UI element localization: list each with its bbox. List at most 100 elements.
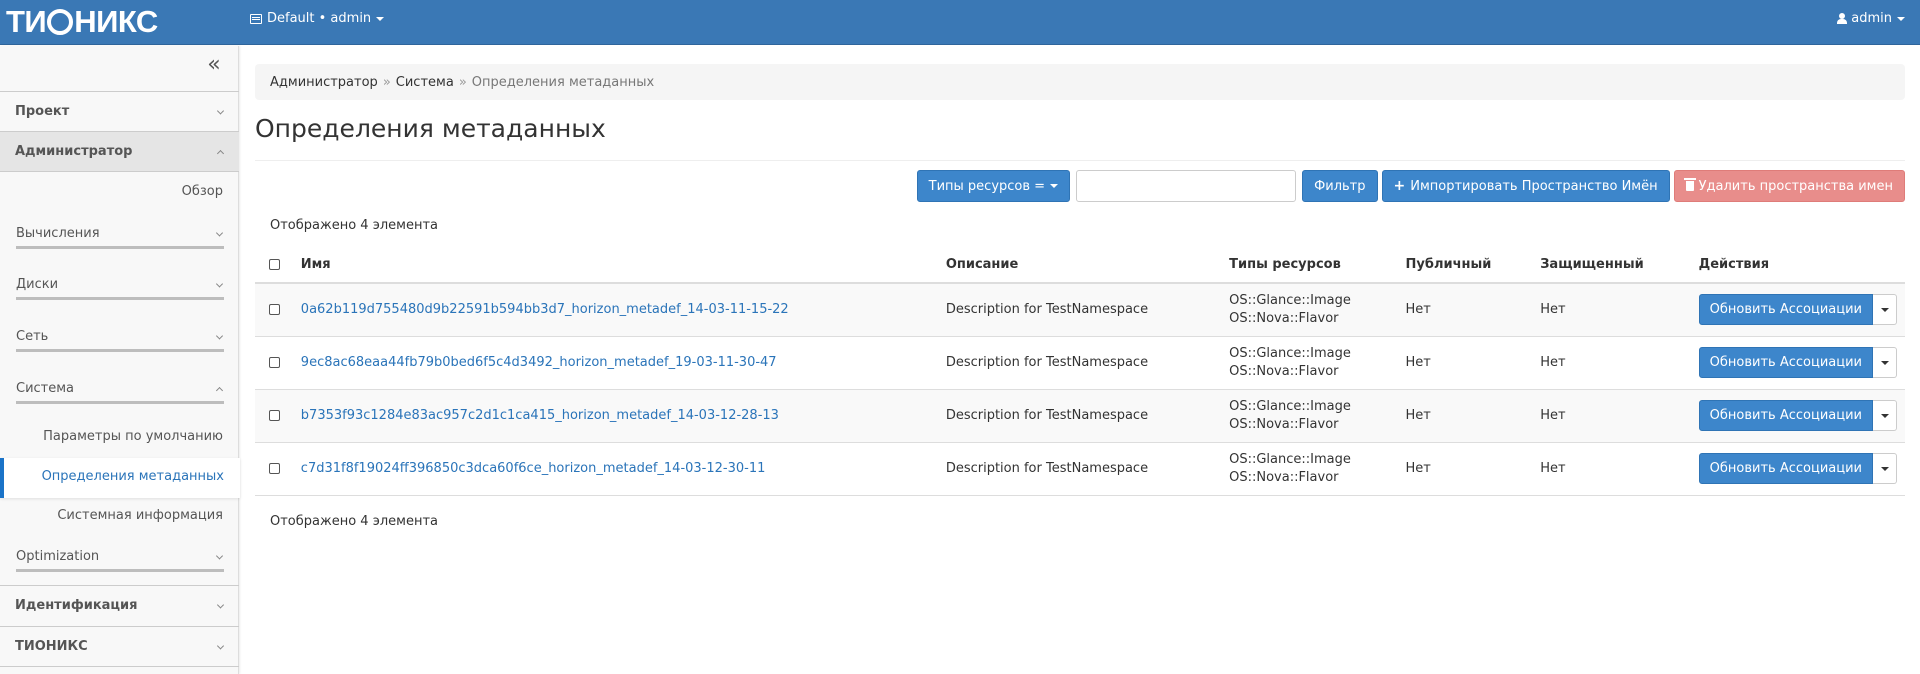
- caret-down-icon: [1880, 466, 1889, 471]
- sidebar-group-optimization[interactable]: Optimization: [16, 544, 224, 572]
- filter-input[interactable]: [1076, 170, 1297, 202]
- sidebar-panel-label: Администратор: [15, 144, 133, 159]
- caret-down-icon: [1880, 360, 1889, 365]
- row-actions-dropdown-toggle[interactable]: [1873, 400, 1897, 431]
- delete-namespaces-button[interactable]: Удалить пространства имен: [1673, 170, 1905, 202]
- table-row: 9ec8ac68eaa44fb79b0bed6f5c4d3492_horizon…: [255, 336, 1905, 390]
- sidebar-group-system[interactable]: Система: [16, 376, 224, 404]
- resource-types-cell: OS::Glance::Image OS::Nova::Flavor: [1221, 336, 1398, 390]
- row-checkbox[interactable]: [269, 357, 280, 368]
- resource-types-cell: OS::Glance::Image OS::Nova::Flavor: [1221, 389, 1398, 443]
- chevron-up-icon: [216, 149, 225, 157]
- namespace-link[interactable]: 9ec8ac68eaa44fb79b0bed6f5c4d3492_horizon…: [301, 355, 777, 370]
- public-cell: Нет: [1397, 389, 1533, 443]
- table-row: c7d31f8f19024ff396850c3dca60f6ce_horizon…: [255, 442, 1905, 496]
- protected-cell: Нет: [1532, 283, 1691, 337]
- row-actions-dropdown-toggle[interactable]: [1873, 294, 1897, 326]
- name-cell: 0a62b119d755480d9b22591b594bb3d7_horizon…: [292, 283, 938, 337]
- sidebar-group-label: Система: [16, 381, 75, 396]
- row-actions-dropdown-toggle[interactable]: [1873, 347, 1897, 378]
- protected-cell: Нет: [1532, 336, 1691, 390]
- name-cell: 9ec8ac68eaa44fb79b0bed6f5c4d3492_horizon…: [292, 336, 938, 390]
- resource-type: OS::Nova::Flavor: [1229, 469, 1339, 485]
- caret-down-icon: [1897, 16, 1905, 21]
- actions-cell: Обновить Ассоциации: [1690, 389, 1905, 443]
- resource-types-cell: OS::Glance::Image OS::Nova::Flavor: [1221, 442, 1398, 496]
- sidebar-item-overview[interactable]: Обзор: [182, 184, 223, 199]
- caret-down-icon: [1880, 307, 1889, 312]
- row-actions: Обновить Ассоциации: [1698, 347, 1897, 378]
- sidebar-panel-identity[interactable]: Идентификация: [0, 586, 239, 625]
- row-select-cell: [255, 389, 293, 443]
- user-icon: [1837, 13, 1848, 24]
- import-namespace-button[interactable]: + Импортировать Пространство Имён: [1381, 170, 1670, 202]
- sidebar-group-network[interactable]: Сеть: [16, 324, 224, 352]
- breadcrumb-item-system[interactable]: Система: [396, 75, 454, 90]
- public-cell: Нет: [1397, 442, 1533, 496]
- resource-type: OS::Nova::Flavor: [1229, 363, 1339, 379]
- sidebar-item-metadata-definitions[interactable]: Определения метаданных: [0, 458, 240, 498]
- sidebar-panel-label: ТИОНИКС: [15, 639, 88, 654]
- sidebar-panel-tionix[interactable]: ТИОНИКС: [0, 627, 239, 666]
- update-associations-button[interactable]: Обновить Ассоциации: [1698, 400, 1873, 431]
- caret-down-icon: [376, 16, 385, 21]
- namespace-link[interactable]: b7353f93c1284e83ac957c2d1c1ca415_horizon…: [301, 408, 779, 423]
- row-actions: Обновить Ассоциации: [1698, 294, 1897, 326]
- collapse-sidebar-icon[interactable]: «: [204, 54, 224, 78]
- namespace-link[interactable]: 0a62b119d755480d9b22591b594bb3d7_horizon…: [301, 302, 789, 317]
- project-picker-label: Default • admin: [267, 11, 372, 26]
- row-checkbox[interactable]: [269, 463, 280, 474]
- column-header-actions: Действия: [1690, 246, 1905, 284]
- column-header-name[interactable]: Имя: [292, 246, 938, 284]
- actions-cell: Обновить Ассоциации: [1690, 442, 1905, 496]
- namespace-link[interactable]: c7d31f8f19024ff396850c3dca60f6ce_horizon…: [301, 461, 766, 476]
- project-picker-dropdown[interactable]: Default • admin: [250, 0, 385, 37]
- sidebar-group-compute[interactable]: Вычисления: [16, 221, 224, 249]
- column-header-resource-types[interactable]: Типы ресурсов: [1221, 246, 1398, 284]
- row-select-cell: [255, 283, 293, 337]
- table-header-row: Имя Описание Типы ресурсов Публичный Защ…: [255, 246, 1905, 284]
- update-associations-button[interactable]: Обновить Ассоциации: [1698, 453, 1873, 484]
- resource-type: OS::Glance::Image: [1229, 345, 1351, 361]
- trash-icon: [1683, 178, 1696, 191]
- table-row: b7353f93c1284e83ac957c2d1c1ca415_horizon…: [255, 389, 1905, 443]
- column-header-public[interactable]: Публичный: [1397, 246, 1533, 284]
- row-checkbox[interactable]: [269, 410, 280, 421]
- sidebar-item-system-info[interactable]: Системная информация: [57, 508, 223, 523]
- breadcrumb-item-admin[interactable]: Администратор: [270, 75, 378, 90]
- sidebar-panel-admin[interactable]: Администратор: [0, 132, 239, 171]
- update-associations-button[interactable]: Обновить Ассоциации: [1698, 347, 1873, 378]
- resource-type: OS::Nova::Flavor: [1229, 310, 1339, 326]
- sidebar-group-label: Вычисления: [16, 226, 100, 241]
- chevron-down-icon: [216, 641, 225, 650]
- page-title: Определения метаданных: [255, 114, 606, 143]
- column-header-description[interactable]: Описание: [937, 246, 1222, 284]
- sidebar-group-volumes[interactable]: Диски: [16, 272, 224, 300]
- description-cell: Description for TestNamespace: [937, 389, 1222, 443]
- brand-logo[interactable]: ТИ НИКС: [6, 4, 158, 39]
- row-checkbox[interactable]: [269, 304, 280, 316]
- namespaces-table: Имя Описание Типы ресурсов Публичный Защ…: [255, 246, 1905, 496]
- sidebar-panel-project[interactable]: Проект: [0, 92, 239, 131]
- description-cell: Description for TestNamespace: [937, 336, 1222, 390]
- select-all-cell: [255, 246, 293, 284]
- sidebar-item-defaults[interactable]: Параметры по умолчанию: [43, 429, 223, 444]
- row-actions-dropdown-toggle[interactable]: [1873, 453, 1897, 484]
- chevron-up-icon: [215, 386, 224, 394]
- filter-button[interactable]: Фильтр: [1302, 170, 1378, 202]
- select-all-checkbox[interactable]: [269, 258, 280, 270]
- filter-type-dropdown[interactable]: Типы ресурсов =: [916, 170, 1071, 202]
- breadcrumb: Администратор » Система » Определения ме…: [255, 64, 1905, 100]
- sidebar-item-label: Определения метаданных: [41, 469, 224, 484]
- chevron-down-icon: [216, 600, 225, 609]
- column-header-protected[interactable]: Защищенный: [1532, 246, 1691, 284]
- update-associations-button[interactable]: Обновить Ассоциации: [1698, 294, 1873, 326]
- protected-cell: Нет: [1532, 442, 1691, 496]
- filter-type-label: Типы ресурсов =: [928, 178, 1046, 194]
- table-row: 0a62b119d755480d9b22591b594bb3d7_horizon…: [255, 283, 1905, 337]
- sidebar-group-label: Сеть: [16, 329, 49, 344]
- sidebar-group-label: Диски: [16, 277, 59, 292]
- resource-type: OS::Nova::Flavor: [1229, 416, 1339, 432]
- user-menu-dropdown[interactable]: admin: [1837, 0, 1905, 37]
- row-select-cell: [255, 336, 293, 390]
